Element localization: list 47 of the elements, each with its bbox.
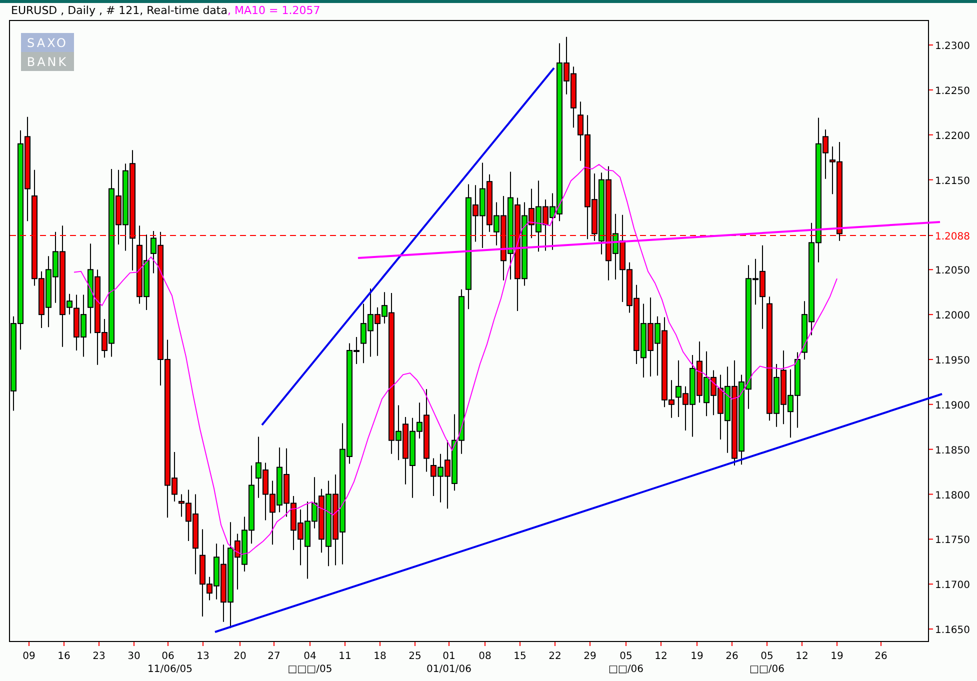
indicator-label: , MA10 = 1.2057 <box>227 4 320 17</box>
price-label: 1.1900 <box>935 400 970 412</box>
date-label: 22 <box>548 651 562 662</box>
date-label: 29 <box>584 651 596 662</box>
date-label: 06 <box>162 651 174 662</box>
price-label: 1.1700 <box>935 580 970 592</box>
date-label: 05 <box>620 651 632 662</box>
date-label: 09 <box>22 651 36 662</box>
period-label: □□□/05 <box>288 664 332 675</box>
date-label: 12 <box>654 651 668 662</box>
date-label: 26 <box>874 651 888 662</box>
chart-title: EURUSD , Daily , # 121, Real-time data <box>11 4 228 17</box>
period-label: □□/06 <box>750 664 784 675</box>
price-label: 1.1650 <box>935 625 970 636</box>
current-price-label: 1.2088 <box>935 231 970 242</box>
price-label: 1.1750 <box>935 535 970 546</box>
date-label: 25 <box>408 651 422 662</box>
price-label: 1.1800 <box>935 490 970 502</box>
date-label: 30 <box>128 651 140 662</box>
date-label: 18 <box>374 651 386 662</box>
price-label: 1.1950 <box>935 355 970 366</box>
date-label: 16 <box>58 651 70 662</box>
date-label: 13 <box>196 651 210 662</box>
logo: SAXO BANK <box>21 33 74 71</box>
date-label: 04 <box>304 651 316 662</box>
price-label: 1.2300 <box>935 41 970 52</box>
period-label: 11/06/05 <box>148 664 192 675</box>
date-label: 19 <box>690 651 704 662</box>
price-label: 1.2250 <box>935 86 970 97</box>
date-label: 08 <box>478 651 492 662</box>
date-label: 20 <box>234 651 246 662</box>
date-label: 12 <box>796 651 808 662</box>
price-label: 1.2150 <box>935 176 970 187</box>
price-label: 1.2000 <box>935 310 970 322</box>
price-label: 1.2200 <box>935 130 970 142</box>
period-label: □□/06 <box>608 664 644 675</box>
date-label: 11 <box>338 651 352 662</box>
date-label: 26 <box>726 651 738 662</box>
date-label: 23 <box>92 651 106 662</box>
price-label: 1.1850 <box>935 445 970 456</box>
date-label: 19 <box>830 651 844 662</box>
date-label: 01 <box>442 651 456 662</box>
price-label: 1.2050 <box>935 266 970 277</box>
date-label: 15 <box>514 651 526 662</box>
date-label: 27 <box>268 651 280 662</box>
date-label: 05 <box>760 651 774 662</box>
period-label: 01/01/06 <box>426 664 472 675</box>
